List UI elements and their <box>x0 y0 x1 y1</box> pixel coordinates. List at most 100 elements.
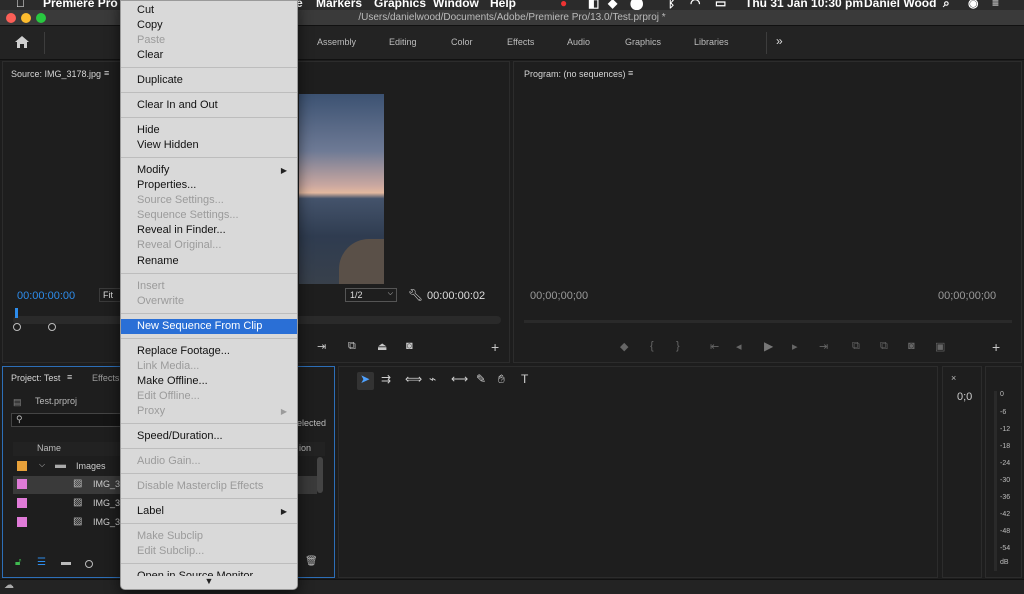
menu-item-modify[interactable]: Modify ▶ <box>121 163 297 178</box>
menu-item-proxy[interactable]: Proxy ▶ <box>121 404 297 419</box>
panel-menu-icon[interactable]: ≡ <box>104 68 109 78</box>
panel-menu-icon[interactable]: ≡ <box>67 372 72 382</box>
column-name-header[interactable]: Name <box>37 443 61 453</box>
menu-item-cut[interactable]: Cut <box>121 3 297 18</box>
step-forward-icon[interactable]: ▸ <box>792 340 798 353</box>
extract-icon[interactable]: ⏏ <box>377 340 387 353</box>
zoom-handle-right[interactable] <box>48 323 56 331</box>
apple-icon[interactable]:  <box>16 0 25 10</box>
siri-icon[interactable]: ◉ <box>968 0 978 10</box>
notification-center-icon[interactable]: ≡ <box>992 0 999 10</box>
menu-item-reveal-in-finder[interactable]: Reveal in Finder... <box>121 223 297 238</box>
hand-tool-icon[interactable]: ✋︎ <box>498 372 505 387</box>
menu-item-speed-duration[interactable]: Speed/Duration... <box>121 429 297 444</box>
effects-tab[interactable]: Effects <box>92 373 119 383</box>
playhead[interactable] <box>15 308 18 318</box>
record-icon[interactable]: ● <box>560 0 567 10</box>
menu-markers[interactable]: Markers <box>316 0 362 10</box>
menu-help[interactable]: Help <box>490 0 516 10</box>
camera-icon[interactable]: ◙ <box>406 340 413 352</box>
project-search-input[interactable]: ⚲ <box>11 413 127 427</box>
play-icon[interactable]: ▶ <box>764 339 773 353</box>
pen-tool-icon[interactable]: ✎ <box>476 372 486 386</box>
workspace-tab-editing[interactable]: Editing <box>389 37 417 47</box>
spotlight-icon[interactable]: ⌕ <box>943 0 950 10</box>
menu-item-source-settings[interactable]: Source Settings... <box>121 193 297 208</box>
program-panel-title[interactable]: Program: (no sequences) <box>524 69 626 79</box>
menu-item-make-offline[interactable]: Make Offline... <box>121 374 297 389</box>
type-tool-icon[interactable]: T <box>521 372 528 386</box>
app-menu[interactable]: Premiere Pro <box>43 0 118 10</box>
workspace-tab-graphics[interactable]: Graphics <box>625 37 661 47</box>
panel-menu-icon[interactable]: ≡ <box>628 68 633 78</box>
goto-out-icon[interactable]: ⇥ <box>819 340 828 353</box>
menu-item-clear-in-out[interactable]: Clear In and Out <box>121 98 297 113</box>
add-button-icon[interactable]: + <box>992 339 1000 355</box>
slip-tool-icon[interactable]: ⟷ <box>451 372 468 386</box>
dropbox-icon[interactable]: ◆ <box>608 0 617 10</box>
extract-icon[interactable]: ⧉ <box>880 340 888 353</box>
menu-window[interactable]: Window <box>433 0 479 10</box>
menu-item-disable-masterclip-effects[interactable]: Disable Masterclip Effects <box>121 479 297 494</box>
menubar-user[interactable]: Daniel Wood <box>864 0 936 10</box>
menu-item-copy[interactable]: Copy <box>121 18 297 33</box>
project-scrollbar[interactable] <box>317 457 323 493</box>
list-view-icon[interactable]: ☰ <box>37 557 46 568</box>
menu-item-label[interactable]: Label ▶ <box>121 504 297 519</box>
lift-icon[interactable]: ⧉ <box>852 340 860 353</box>
zoom-handle-left[interactable] <box>13 323 21 331</box>
workspace-tab-audio[interactable]: Audio <box>567 37 590 47</box>
menu-item-replace-footage[interactable]: Replace Footage... <box>121 344 297 359</box>
menu-item-clear[interactable]: Clear <box>121 48 297 63</box>
lock-icon[interactable]: 🔓︎ <box>15 557 21 568</box>
fit-dropdown[interactable]: Fit <box>99 288 121 302</box>
trash-icon[interactable]: 🗑︎ <box>305 556 318 567</box>
overwrite-icon[interactable]: ⇥ <box>317 340 326 353</box>
add-button-icon[interactable]: + <box>491 339 499 355</box>
track-select-tool-icon[interactable]: ⇉ <box>381 372 391 386</box>
project-tab[interactable]: Project: Test <box>11 373 60 383</box>
source-timecode-in[interactable]: 00:00:00:00 <box>17 290 75 302</box>
workspace-tab-assembly[interactable]: Assembly <box>317 37 356 47</box>
mark-in-icon[interactable]: { <box>650 340 654 352</box>
menu-item-paste[interactable]: Paste <box>121 33 297 48</box>
goto-in-icon[interactable]: ⇤ <box>710 340 719 353</box>
battery-icon[interactable]: ▭ <box>715 0 726 10</box>
menu-item-insert[interactable]: Insert <box>121 279 297 294</box>
menu-item-properties[interactable]: Properties... <box>121 178 297 193</box>
column-other-header[interactable]: ion <box>299 443 311 453</box>
menu-item-hide[interactable]: Hide <box>121 123 297 138</box>
menu-item-new-sequence-from-clip[interactable]: New Sequence From Clip <box>121 319 297 334</box>
status-icon[interactable]: ◧ <box>588 0 599 10</box>
home-icon[interactable] <box>14 35 30 49</box>
workspace-tab-color[interactable]: Color <box>451 37 473 47</box>
menu-item-audio-gain[interactable]: Audio Gain... <box>121 454 297 469</box>
menu-item-overwrite[interactable]: Overwrite <box>121 294 297 309</box>
app-badge-icon[interactable]: ⬤ <box>630 0 643 10</box>
chevron-down-icon[interactable]: ⌵ <box>39 460 45 470</box>
close-icon[interactable]: × <box>951 373 956 383</box>
menu-item-link-media[interactable]: Link Media... <box>121 359 297 374</box>
menu-item-edit-subclip[interactable]: Edit Subclip... <box>121 544 297 559</box>
workspace-tab-libraries[interactable]: Libraries <box>694 37 729 47</box>
workspace-more-button[interactable]: » <box>776 34 783 48</box>
menu-item-edit-offline[interactable]: Edit Offline... <box>121 389 297 404</box>
menu-item-view-hidden[interactable]: View Hidden <box>121 138 297 153</box>
mark-out-icon[interactable]: } <box>676 340 680 352</box>
icon-view-icon[interactable]: ▬ <box>61 557 71 568</box>
cloud-sync-icon[interactable]: ☁︎ <box>4 580 14 591</box>
menu-item-sequence-settings[interactable]: Sequence Settings... <box>121 208 297 223</box>
selection-tool-icon[interactable]: ➤ <box>360 372 370 386</box>
bluetooth-icon[interactable]: ᛒ <box>668 0 675 10</box>
menu-scroll-down-arrow[interactable]: ▼ <box>121 576 297 589</box>
program-timecode-left[interactable]: 00;00;00;00 <box>530 290 588 302</box>
wifi-icon[interactable]: ◠ <box>690 0 700 10</box>
program-scrub-bar[interactable] <box>524 320 1012 323</box>
wrench-icon[interactable]: 🔧︎ <box>408 288 423 302</box>
razor-tool-icon[interactable]: ⌁ <box>429 372 436 386</box>
menu-item-duplicate[interactable]: Duplicate <box>121 73 297 88</box>
lift-icon[interactable]: ⧉ <box>348 340 356 353</box>
menu-graphics[interactable]: Graphics <box>374 0 426 10</box>
menu-item-rename[interactable]: Rename <box>121 254 297 269</box>
workspace-tab-effects[interactable]: Effects <box>507 37 534 47</box>
